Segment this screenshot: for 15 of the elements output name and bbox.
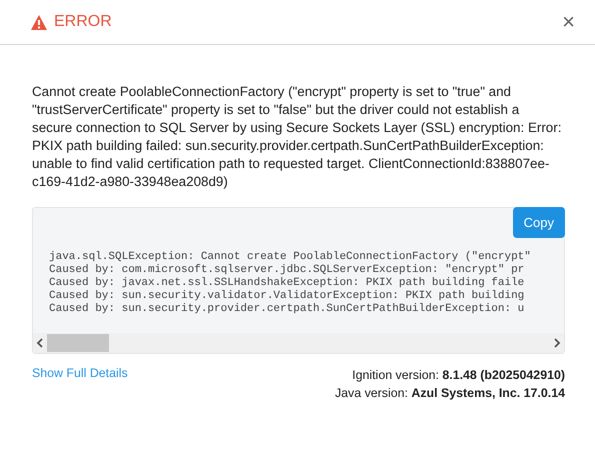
- stack-trace-line: Caused by: sun.security.validator.ValidatorException: PKIX path building: [49, 290, 526, 303]
- show-details-link[interactable]: Show Full Details: [32, 366, 128, 402]
- stack-trace-line: Caused by: sun.security.provider.certpath.SunCertPathBuilderException: u: [49, 303, 526, 316]
- stack-trace-line: Caused by: com.microsoft.sqlserver.jdbc.SQLServerException: "encrypt" pr: [49, 264, 526, 277]
- scroll-thumb[interactable]: [47, 334, 109, 352]
- horizontal-scrollbar[interactable]: [33, 333, 564, 353]
- close-button[interactable]: ×: [562, 11, 575, 33]
- version-info: Ignition version: 8.1.48 (b2025042910): [352, 367, 565, 384]
- stack-trace-line: java.sql.SQLException: Cannot create PoolableConnectionFactory ("encrypt": [49, 251, 532, 264]
- error-message: Cannot create PoolableConnectionFactory ("encrypt" property is set to "true" and "trustServerCertificate" property is set to "false" but the driver could not establish a secure connection to SQL Server by using Secure Sockets Layer (SSL) encryption: Error: PKIX path building failed: sun.security.provider.certpath.SunCertPathBuilderException: unable to find valid certification path to requested target. ClientConnectionId:838807ee-c169-41d2-a980-33948ea208d9): [32, 83, 562, 191]
- warning-icon: [31, 14, 47, 30]
- stack-trace-line: Caused by: javax.net.ssl.SSLHandshakeException: PKIX path building faile: [49, 277, 526, 290]
- version-info: Java version: Azul Systems, Inc. 17.0.14: [334, 385, 565, 402]
- copy-button[interactable]: Copy: [512, 207, 565, 238]
- dialog-title: ERROR: [54, 13, 112, 31]
